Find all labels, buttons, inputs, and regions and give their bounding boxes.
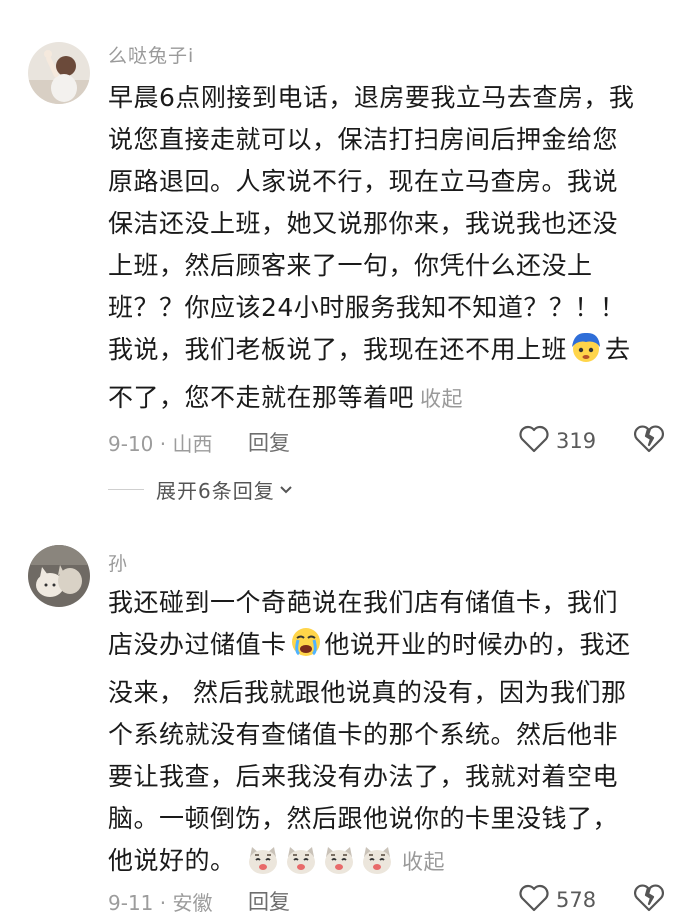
collapse-link[interactable]: 收起: [420, 387, 463, 411]
chevron-down-icon: [279, 480, 293, 499]
text-segment: 去: [605, 335, 631, 364]
reply-button[interactable]: 回复: [248, 427, 290, 457]
text-segment: 我说，我们老板说了，我现在还不用上班: [108, 335, 568, 364]
broken-heart-icon[interactable]: [634, 424, 664, 458]
text-line: 没来， 然后我就跟他说真的没有，因为我们那: [108, 678, 627, 707]
text-line: 保洁还没上班，她又说那你来，我说我也还没: [108, 209, 619, 238]
text-line: 店没办过储值卡 他说开业的时候办的，我还: [108, 624, 668, 672]
text-line: 说您直接走就可以，保洁打扫房间后押金给您: [108, 125, 619, 154]
divider: [108, 489, 144, 490]
avatar[interactable]: [28, 42, 90, 104]
like-button[interactable]: 319: [518, 424, 596, 458]
text-segment: 他说好的。: [108, 846, 236, 875]
username[interactable]: 么哒兔子i: [108, 41, 194, 68]
text-line: 早晨6点刚接到电话，退房要我立马去查房，我: [108, 83, 635, 112]
heart-icon: [518, 883, 550, 917]
expand-replies-label: 展开6条回复: [156, 479, 275, 503]
text-line: 他说好的。 收起: [108, 840, 668, 888]
text-line: 我还碰到一个奇葩说在我们店有储值卡，我们: [108, 588, 619, 617]
username[interactable]: 孙: [108, 549, 128, 576]
text-segment: 店没办过储值卡: [108, 630, 287, 659]
text-line: 个系统就没有查储值卡的那个系统。然后他非: [108, 720, 619, 749]
text-line: 不了，您不走就在那等着吧 收起: [108, 377, 668, 420]
broken-heart-icon[interactable]: [634, 883, 664, 917]
like-count: 578: [556, 888, 597, 912]
comment-meta: 9-10 · 山西 回复 319: [108, 424, 668, 458]
text-line: 上班，然后顾客来了一句，你凭什么还没上: [108, 251, 593, 280]
like-button[interactable]: 578: [518, 883, 596, 917]
text-line: 原路退回。人家说不行，现在立马查房。我说: [108, 167, 619, 196]
text-segment: 不了，您不走就在那等着吧: [108, 383, 415, 412]
text-line: 我说，我们老板说了，我现在还不用上班 去: [108, 329, 668, 377]
comment-text: 早晨6点刚接到电话，退房要我立马去查房，我 说您直接走就可以，保洁打扫房间后押金…: [108, 77, 668, 420]
avatar[interactable]: [28, 545, 90, 607]
expand-replies[interactable]: 展开6条回复: [108, 475, 293, 504]
reply-button[interactable]: 回复: [248, 886, 290, 916]
blue-hair-face-emoji-icon: [569, 330, 603, 377]
text-line: 要让我查，后来我没有办法了，我就对着空电: [108, 762, 619, 791]
date-location: 9-11 · 安徽: [108, 891, 213, 915]
crying-face-emoji-icon: [289, 625, 323, 672]
date-location: 9-10 · 山西: [108, 432, 213, 456]
text-segment: 他说开业的时候办的，我还: [324, 630, 631, 659]
cat-face-emoji-icon: [322, 845, 356, 888]
cat-face-emoji-icon: [284, 845, 318, 888]
heart-icon: [518, 424, 550, 458]
text-line: 班？？你应该24小时服务我知不知道？？！！: [108, 293, 626, 322]
cat-face-emoji-icon: [246, 845, 280, 888]
like-count: 319: [556, 429, 597, 453]
avatar-cat-photo-icon: [28, 545, 90, 607]
avatar-photo-icon: [28, 42, 90, 104]
comment-text: 我还碰到一个奇葩说在我们店有储值卡，我们 店没办过储值卡 他说开业的时候办的，我还…: [108, 582, 668, 888]
comment-meta: 9-11 · 安徽 回复 578: [108, 883, 668, 917]
cat-face-emoji-icon: [360, 845, 394, 888]
text-line: 脑。一顿倒饬，然后跟他说你的卡里没钱了，: [108, 804, 619, 833]
collapse-link[interactable]: 收起: [402, 850, 445, 874]
